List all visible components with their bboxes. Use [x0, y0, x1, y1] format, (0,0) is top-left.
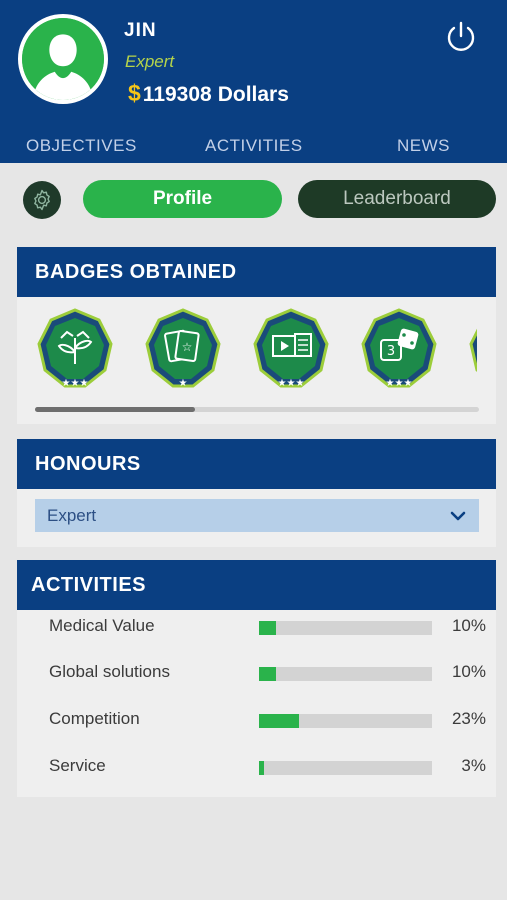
money-unit: Dollars — [217, 83, 289, 106]
tab-objectives[interactable]: OBJECTIVES — [26, 136, 137, 156]
activity-label: Medical Value — [49, 616, 155, 635]
settings-button[interactable] — [23, 181, 61, 219]
activity-progress-bar — [259, 667, 432, 681]
presentation-badge-icon[interactable]: ★★★ — [251, 308, 331, 390]
plant-hands-badge-icon[interactable]: ★★★ — [35, 308, 115, 390]
activities-title: ACTIVITIES — [17, 560, 496, 610]
tab-activities[interactable]: ACTIVITIES — [205, 136, 303, 156]
money-balance: $ 119308 Dollars — [128, 80, 289, 107]
svg-text:★★★: ★★★ — [278, 378, 305, 389]
tab-news[interactable]: NEWS — [397, 136, 450, 156]
activity-label: Competition — [49, 709, 140, 728]
svg-text:★★★: ★★★ — [386, 378, 413, 389]
activity-percent: 3% — [461, 756, 486, 775]
honours-title: HONOURS — [17, 439, 496, 489]
leaderboard-button[interactable]: Leaderboard — [298, 180, 496, 218]
badge-scrollbar[interactable] — [35, 407, 479, 412]
activity-row: Global solutions 10% — [17, 658, 496, 688]
badge-carousel[interactable]: ★★★ ☆ ★ ★★★ 3 ★★★ — [17, 302, 477, 397]
activity-percent: 10% — [451, 616, 486, 635]
activity-progress-fill — [259, 714, 299, 728]
activities-card: ACTIVITIES Medical Value 10% Global solu… — [17, 560, 496, 797]
dollar-icon: $ — [128, 80, 141, 106]
gear-icon — [34, 189, 50, 211]
money-amount: 119308 — [142, 83, 212, 106]
badges-title: BADGES OBTAINED — [17, 247, 496, 297]
activity-progress-fill — [259, 761, 265, 775]
partial-badge-icon[interactable] — [467, 308, 477, 390]
svg-text:☆: ☆ — [182, 340, 193, 354]
activity-progress-fill — [259, 621, 277, 635]
activity-progress-bar — [259, 621, 432, 635]
avatar[interactable] — [18, 14, 108, 104]
badges-card: BADGES OBTAINED ★★★ ☆ ★ ★★★ 3 ★★★ — [17, 247, 496, 424]
activity-row: Competition 23% — [17, 705, 496, 735]
profile-header: JIN Expert $ 119308 Dollars OBJECTIVES A… — [0, 0, 507, 163]
badge-scrollbar-thumb[interactable] — [35, 407, 195, 412]
svg-text:★: ★ — [179, 378, 188, 389]
activity-label: Global solutions — [49, 662, 170, 681]
dice-badge-icon[interactable]: 3 ★★★ — [359, 308, 439, 390]
activity-percent: 23% — [451, 709, 486, 728]
svg-text:3: 3 — [387, 344, 395, 359]
user-rank: Expert — [125, 52, 175, 71]
user-silhouette-icon — [22, 18, 104, 100]
profile-button[interactable]: Profile — [83, 180, 282, 218]
power-icon[interactable] — [444, 20, 478, 54]
activity-label: Service — [49, 756, 106, 775]
chevron-down-icon — [450, 511, 466, 521]
activity-progress-fill — [259, 667, 277, 681]
cards-star-badge-icon[interactable]: ☆ ★ — [143, 308, 223, 390]
activity-progress-bar — [259, 714, 432, 728]
activity-percent: 10% — [451, 662, 486, 681]
honours-selected-value: Expert — [47, 505, 97, 525]
activity-row: Service 3% — [17, 752, 496, 782]
activity-row: Medical Value 10% — [17, 612, 496, 642]
user-name: JIN — [124, 20, 157, 41]
honours-card: HONOURS Expert — [17, 439, 496, 547]
tab-bar: OBJECTIVES ACTIVITIES NEWS — [0, 130, 507, 163]
svg-text:★★★: ★★★ — [62, 378, 89, 389]
honours-select[interactable]: Expert — [35, 499, 479, 532]
activity-progress-bar — [259, 761, 432, 775]
